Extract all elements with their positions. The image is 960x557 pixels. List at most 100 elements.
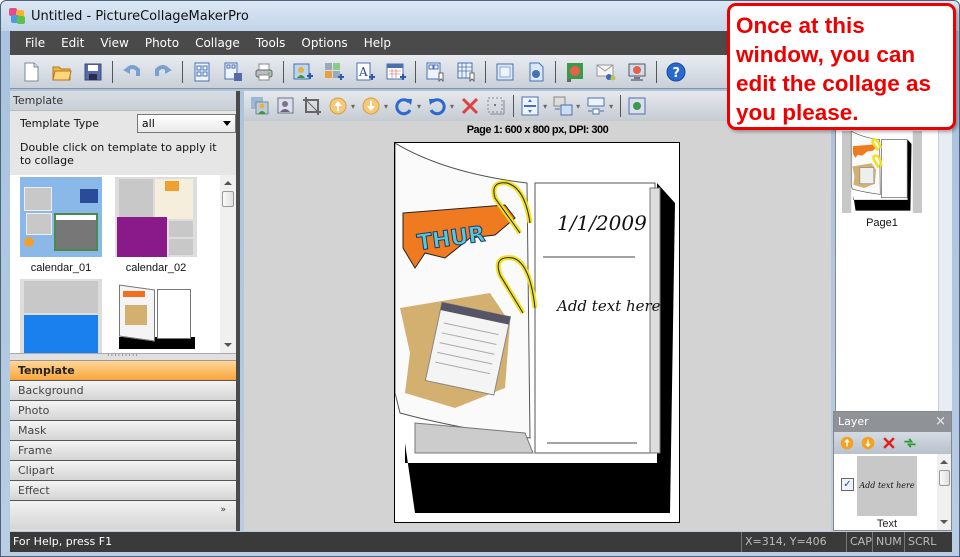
close-icon[interactable]: × [935,412,946,432]
menu-options[interactable]: Options [293,31,355,55]
delete-layer-icon[interactable] [882,436,896,450]
distribute-button[interactable]: ▾ [586,94,613,118]
template-button[interactable] [189,59,215,85]
delete-icon [462,97,479,115]
category-effect[interactable]: Effect [10,481,236,501]
scroll-thumb[interactable] [222,191,234,207]
save-button[interactable] [80,59,106,85]
pages-scrollbar[interactable] [938,91,952,411]
dropdown-arrow-icon[interactable]: ▾ [351,102,355,111]
email-icon [596,64,616,80]
dropdown-arrow-icon[interactable]: ▾ [384,102,388,111]
template-type-select[interactable]: all [136,113,236,133]
set-wallpaper-icon [567,62,583,82]
dropdown-arrow-icon[interactable]: ▾ [609,102,613,111]
scroll-up-icon[interactable] [224,181,232,185]
panel-splitter[interactable]: ········· [10,352,236,361]
new-button[interactable] [18,59,44,85]
date-text: 1/1/2009 [557,211,647,235]
dropdown-arrow-icon[interactable]: ▾ [543,102,547,111]
dropdown-arrow-icon[interactable]: ▾ [450,102,454,111]
delete-button[interactable] [460,94,480,118]
send-backward-icon [362,97,380,115]
open-button[interactable] [49,59,75,85]
undo-icon [123,64,140,76]
print-button[interactable] [251,59,277,85]
scroll-up-icon[interactable] [940,460,948,464]
category-template[interactable]: Template [10,361,236,381]
menu-help[interactable]: Help [356,31,399,55]
category-frame[interactable]: Frame [10,441,236,461]
template-list: calendar_01 calendar_02 [10,175,236,353]
align-center-icon [521,96,539,116]
layer-visibility-checkbox[interactable]: ✓ [841,478,854,491]
category-background[interactable]: Background [10,381,236,401]
more-categories-button[interactable]: » [10,501,236,529]
menu-view[interactable]: View [92,31,136,55]
dropdown-arrow-icon[interactable]: ▾ [576,102,580,111]
menu-collage[interactable]: Collage [187,31,248,55]
wallpaper-button[interactable] [562,59,588,85]
chevron-down-icon [223,120,231,126]
fit-page-button[interactable] [492,59,518,85]
email-button[interactable] [593,59,619,85]
template-item[interactable]: calendar_02 [115,177,197,274]
scroll-thumb[interactable] [939,470,950,486]
toolbar-separator [415,60,416,83]
template-type-value: all [141,116,155,130]
select-all-icon [487,97,505,115]
help-button[interactable]: ? [663,59,689,85]
replace-photo-button[interactable] [250,94,270,118]
template-item[interactable] [20,279,102,353]
page-thumbnail[interactable] [842,131,922,213]
align-center-button[interactable]: ▾ [520,94,547,118]
dropdown-arrow-icon[interactable]: ▾ [417,102,421,111]
page-setup-button[interactable] [422,59,448,85]
edit-photo-icon [277,97,294,114]
add-photo-button[interactable] [290,59,316,85]
open-folder-icon [52,66,72,80]
save-template-button[interactable] [220,59,246,85]
scroll-down-icon[interactable] [940,520,948,524]
select-all-button[interactable] [486,94,506,118]
layer-up-icon[interactable] [840,436,854,450]
collage-page[interactable]: THUR 1/1/2009 Add text here [394,142,680,523]
category-mask[interactable]: Mask [10,421,236,441]
menu-tools[interactable]: Tools [248,31,294,55]
swap-layer-icon[interactable] [903,436,917,450]
bring-forward-button[interactable]: ▾ [328,94,355,118]
menu-file[interactable]: File [17,31,53,55]
category-photo[interactable]: Photo [10,401,236,421]
layer-down-icon[interactable] [861,436,875,450]
layer-panel-title: Layer [838,415,869,428]
template-item[interactable] [115,279,197,353]
edit-photo-button[interactable] [276,94,296,118]
template-scrollbar[interactable] [220,175,236,353]
template-thumbnail [20,177,102,257]
rotate-left-button[interactable]: ▾ [427,94,454,118]
grid-setup-button[interactable] [453,59,479,85]
layer-list: ✓ Add text here Text [834,454,951,530]
grid-setup-icon [457,62,475,82]
send-backward-button[interactable]: ▾ [361,94,388,118]
align-left-button[interactable]: ▾ [553,94,580,118]
menu-edit[interactable]: Edit [53,31,92,55]
redo-button[interactable] [150,59,176,85]
add-calendar-button[interactable] [383,59,409,85]
page-thumbnail-image [850,131,913,213]
add-clipart-button[interactable] [321,59,347,85]
template-item[interactable]: calendar_01 [20,177,102,274]
export-button[interactable] [523,59,549,85]
preview-button[interactable] [627,94,647,118]
undo-button[interactable] [119,59,145,85]
rotate-right-button[interactable]: ▾ [394,94,421,118]
scroll-down-icon[interactable] [224,343,232,347]
screensaver-button[interactable] [624,59,650,85]
category-clipart[interactable]: Clipart [10,461,236,481]
layer-scrollbar[interactable] [937,454,951,530]
add-text-button[interactable]: A [352,59,378,85]
panel-title: Template [10,91,236,111]
crop-button[interactable] [302,94,322,118]
menu-photo[interactable]: Photo [137,31,187,55]
cursor-coordinates: X=314, Y=406 [741,532,827,552]
